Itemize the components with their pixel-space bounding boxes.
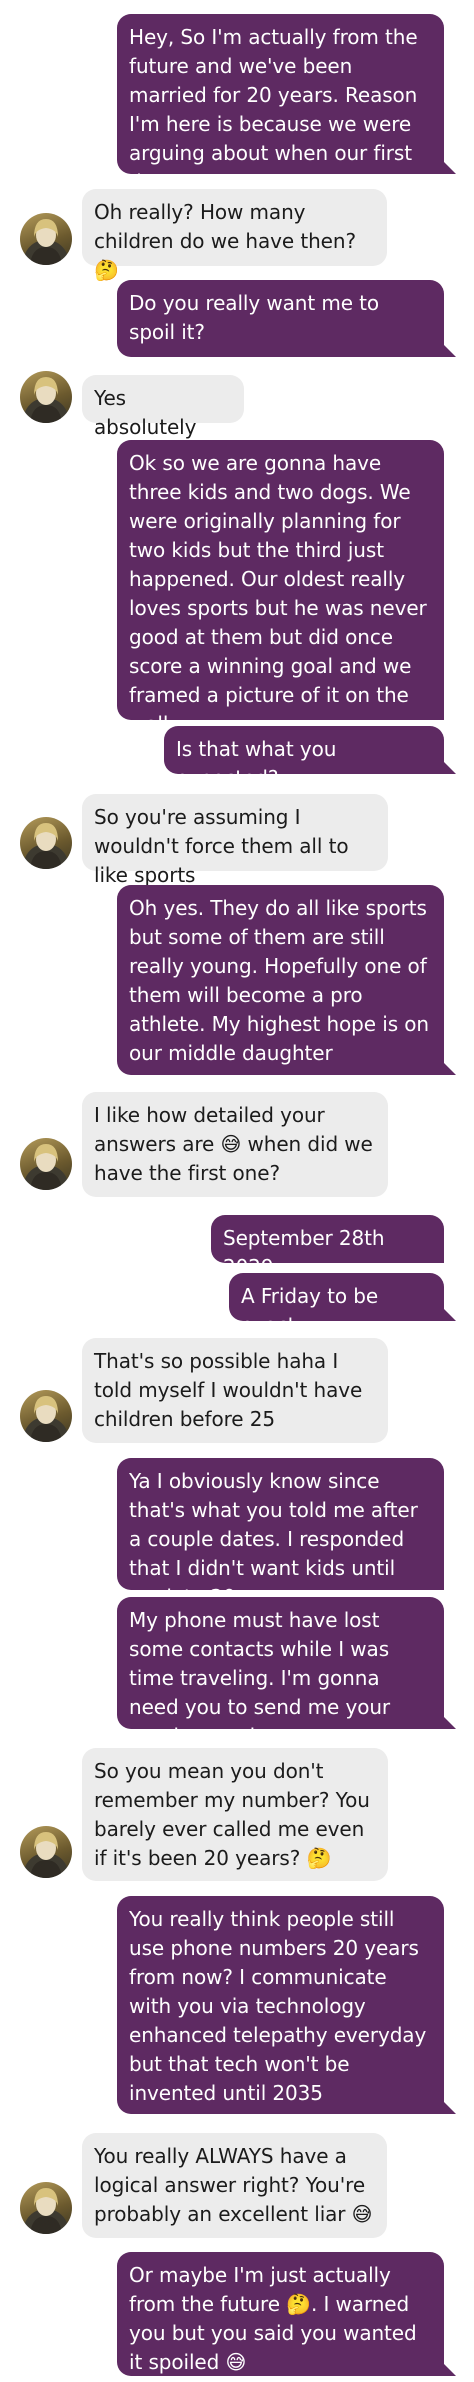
contact-avatar[interactable] <box>20 371 72 423</box>
outgoing-message[interactable]: Oh yes. They do all like sports but some… <box>117 885 456 1075</box>
incoming-message[interactable]: So you're assuming I wouldn't force them… <box>82 794 388 887</box>
incoming-message[interactable]: That's so possible haha I told myself I … <box>82 1338 388 1443</box>
contact-avatar[interactable] <box>20 213 72 265</box>
outgoing-message[interactable]: Ok so we are gonna have three kids and t… <box>117 440 444 736</box>
outgoing-message[interactable]: Is that what you expected? <box>164 726 456 790</box>
outgoing-message[interactable]: My phone must have lost some contacts wh… <box>117 1597 456 1748</box>
contact-avatar[interactable] <box>20 2182 72 2234</box>
contact-avatar[interactable] <box>20 1390 72 1442</box>
incoming-message[interactable]: Yes absolutely <box>82 375 244 439</box>
contact-avatar[interactable] <box>20 1826 72 1878</box>
outgoing-message[interactable]: Do you really want me to spoil it? <box>117 280 456 357</box>
outgoing-message[interactable]: A Friday to be exact <box>229 1273 456 1337</box>
outgoing-message[interactable]: Or maybe I'm just actually from the futu… <box>117 2252 456 2376</box>
contact-avatar[interactable] <box>20 817 72 869</box>
incoming-message[interactable]: You really ALWAYS have a logical answer … <box>82 2133 387 2238</box>
outgoing-message[interactable]: September 28th 2029 <box>211 1215 444 1279</box>
incoming-message[interactable]: So you mean you don't remember my number… <box>82 1748 388 1881</box>
contact-avatar[interactable] <box>20 1138 72 1190</box>
outgoing-message[interactable]: Hey, So I'm actually from the future and… <box>117 14 456 194</box>
incoming-message[interactable]: Oh really? How many children do we have … <box>82 189 387 282</box>
outgoing-message[interactable]: Ya I obviously know since that's what yo… <box>117 1458 444 1609</box>
outgoing-message[interactable]: You really think people still use phone … <box>117 1896 456 2114</box>
incoming-message[interactable]: I like how detailed your answers are 😅 w… <box>82 1092 388 1197</box>
conversation-thread: Hey, So I'm actually from the future and… <box>0 0 474 2382</box>
